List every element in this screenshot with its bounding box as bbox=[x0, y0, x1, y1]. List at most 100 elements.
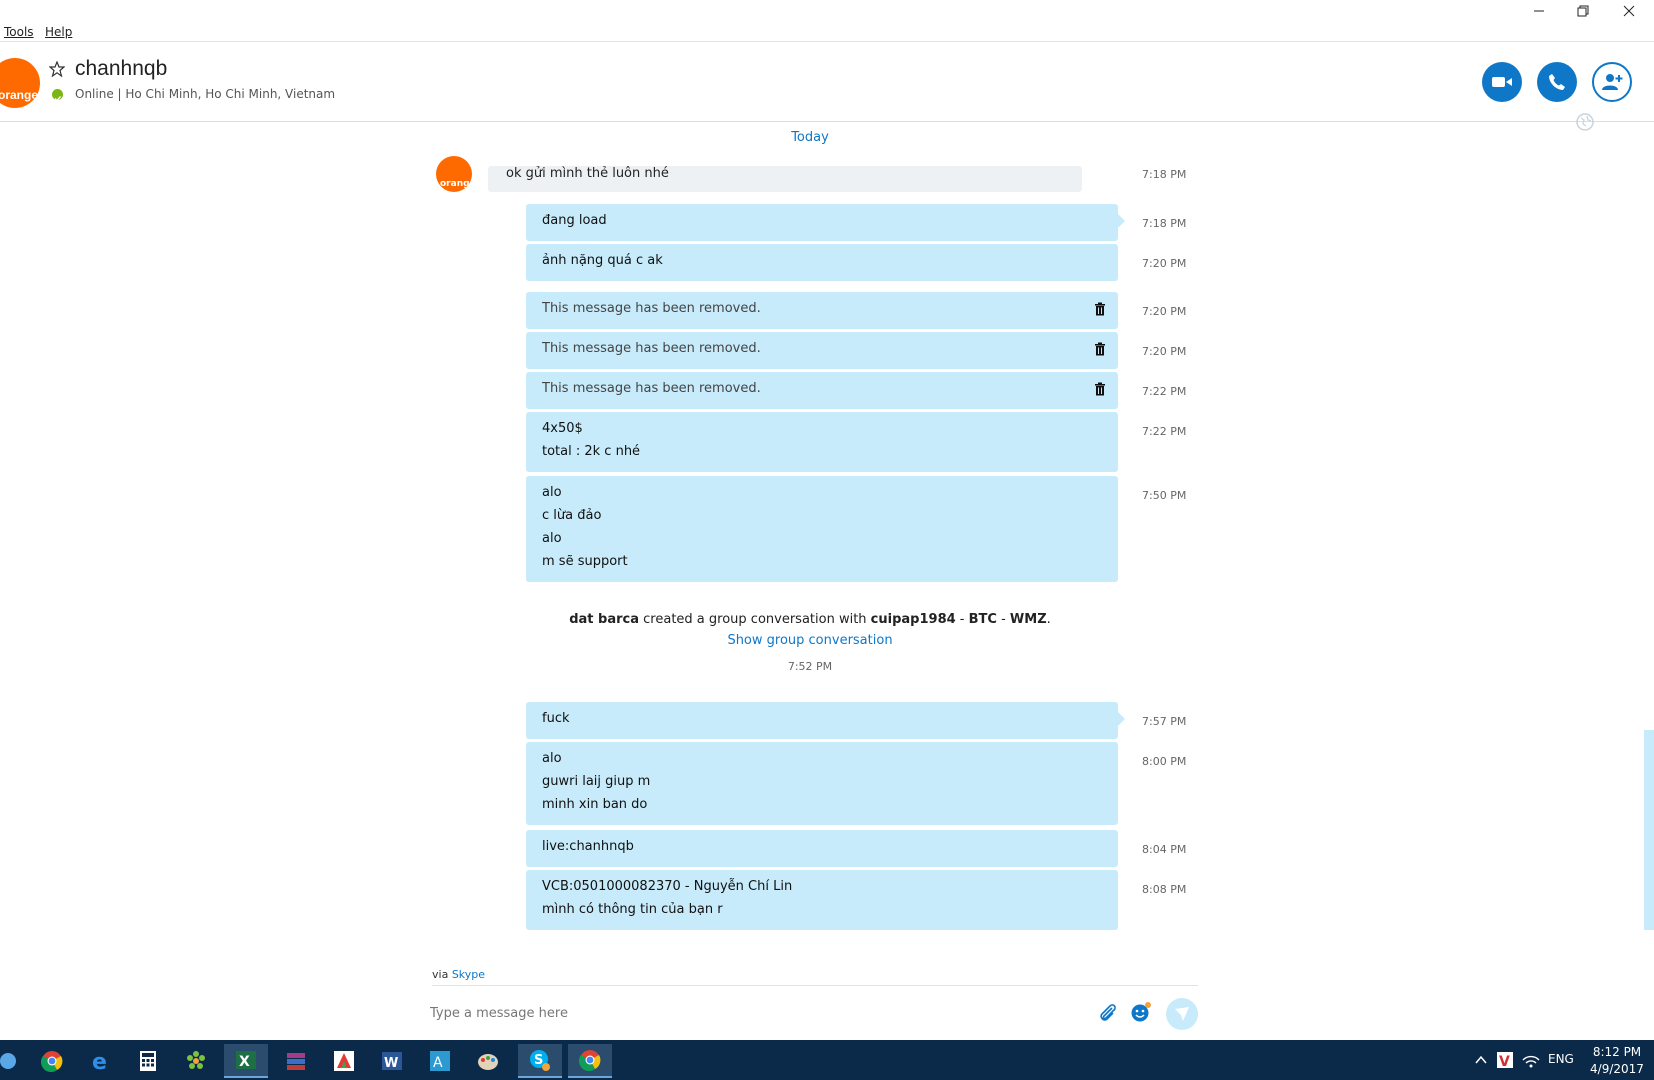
message-line: alo bbox=[542, 485, 562, 500]
message-time: 7:50 PM bbox=[1142, 489, 1187, 502]
status-location: Online | Ho Chi Minh, Ho Chi Minh, Vietn… bbox=[75, 87, 336, 101]
taskbar-app-icq[interactable] bbox=[174, 1044, 218, 1078]
menu-tools[interactable]: Tools bbox=[4, 25, 34, 39]
via-skype: via Skype bbox=[432, 968, 485, 981]
message-time: 7:18 PM bbox=[1142, 217, 1187, 230]
message-line: VCB:0501000082370 - Nguyễn Chí Lin bbox=[542, 879, 793, 894]
windows-taskbar: e X W A S V ENG 8:12 PM 4/9/2017 bbox=[0, 1040, 1654, 1080]
taskbar-app-excel[interactable]: X bbox=[224, 1044, 268, 1078]
outgoing-message[interactable]: VCB:0501000082370 - Nguyễn Chí Lin mình c… bbox=[526, 870, 1118, 930]
palette-icon bbox=[478, 1054, 498, 1070]
outgoing-message[interactable]: live:chanhnqb bbox=[526, 830, 1118, 867]
message-line: guwri laij giup m bbox=[542, 774, 651, 789]
input-language[interactable]: ENG bbox=[1548, 1052, 1574, 1066]
system-clock[interactable]: 8:12 PM 4/9/2017 bbox=[1588, 1044, 1646, 1078]
svg-text:X: X bbox=[239, 1054, 250, 1070]
message-time: 7:18 PM bbox=[1142, 168, 1187, 181]
message-line: live:chanhnqb bbox=[542, 839, 634, 854]
removed-message[interactable]: This message has been removed. bbox=[526, 332, 1118, 369]
taskbar-app-paint-3d[interactable] bbox=[466, 1044, 510, 1078]
taskbar-app-calculator[interactable] bbox=[126, 1044, 170, 1078]
paint-icon: A bbox=[430, 1051, 450, 1071]
svg-text:A: A bbox=[433, 1055, 443, 1071]
calculator-icon bbox=[140, 1051, 156, 1071]
vietkey-icon[interactable]: V bbox=[1496, 1051, 1514, 1069]
message-line: c lừa đảo bbox=[542, 508, 602, 523]
message-line: alo bbox=[542, 531, 562, 546]
outgoing-message[interactable]: fuck bbox=[526, 702, 1125, 739]
message-line: m sẽ support bbox=[542, 554, 628, 569]
removed-message[interactable]: This message has been removed. bbox=[526, 292, 1118, 329]
outgoing-message[interactable]: alo guwri laij giup m minh xin ban do bbox=[526, 742, 1118, 825]
phone-icon bbox=[1549, 74, 1565, 90]
message-line: This message has been removed. bbox=[542, 381, 761, 396]
taskbar-app-chrome[interactable] bbox=[30, 1044, 74, 1078]
avatar-text: orange bbox=[440, 179, 472, 189]
icq-flower-icon bbox=[187, 1051, 205, 1069]
message-time: 8:00 PM bbox=[1142, 755, 1187, 768]
contact-avatar[interactable]: orange bbox=[0, 58, 40, 108]
video-call-button[interactable] bbox=[1482, 62, 1522, 102]
message-line: ảnh nặng quá c ak bbox=[542, 253, 663, 268]
taskbar-app-chrome-2[interactable] bbox=[568, 1044, 612, 1078]
message-input[interactable] bbox=[430, 1000, 1070, 1026]
clock-date: 4/9/2017 bbox=[1590, 1062, 1644, 1076]
taskbar-app-foxit[interactable] bbox=[322, 1044, 366, 1078]
restore-icon bbox=[1577, 5, 1589, 17]
incoming-avatar[interactable]: orange bbox=[436, 156, 472, 192]
group-action: created a group conversation with bbox=[643, 612, 867, 627]
restore-button[interactable] bbox=[1560, 0, 1606, 22]
taskbar-app-skype[interactable]: S bbox=[518, 1044, 562, 1078]
message-line: total : 2k c nhé bbox=[542, 444, 641, 459]
taskbar-app-word[interactable]: W bbox=[370, 1044, 414, 1078]
wifi-icon[interactable] bbox=[1522, 1052, 1540, 1068]
taskbar-app-edge[interactable]: e bbox=[78, 1044, 122, 1078]
removed-message[interactable]: This message has been removed. bbox=[526, 372, 1118, 409]
show-group-conversation-label[interactable]: Show group conversation bbox=[727, 633, 892, 648]
menu-help[interactable]: Help bbox=[45, 25, 72, 39]
svg-text:e: e bbox=[92, 1050, 107, 1072]
taskbar-app-paint[interactable]: A bbox=[418, 1044, 462, 1078]
minimize-button[interactable] bbox=[1516, 0, 1562, 22]
message-line: This message has been removed. bbox=[542, 301, 761, 316]
trash-icon bbox=[1095, 382, 1105, 396]
chevron-up-icon[interactable] bbox=[1474, 1054, 1488, 1066]
add-contact-icon bbox=[1602, 74, 1623, 90]
outgoing-message[interactable]: ảnh nặng quá c ak bbox=[526, 244, 1118, 281]
close-icon bbox=[1623, 5, 1635, 17]
attach-file-icon[interactable] bbox=[1098, 1002, 1118, 1024]
svg-text:W: W bbox=[384, 1056, 398, 1071]
clock-time: 8:12 PM bbox=[1592, 1045, 1642, 1059]
message-time: 7:22 PM bbox=[1142, 385, 1187, 398]
group-member-2: BTC bbox=[968, 612, 997, 627]
send-button[interactable] bbox=[1166, 998, 1198, 1030]
chrome-icon bbox=[579, 1050, 601, 1071]
message-time: 7:20 PM bbox=[1142, 305, 1187, 318]
taskbar-app-winrar[interactable] bbox=[274, 1044, 318, 1078]
group-member-1: cuipap1984 bbox=[870, 612, 956, 627]
group-conversation-notice: dat barca created a group conversation w… bbox=[569, 612, 1051, 627]
message-line: alo bbox=[542, 751, 562, 766]
outgoing-message[interactable]: đang load bbox=[526, 204, 1125, 241]
taskbar-app-skype-partial[interactable] bbox=[0, 1044, 30, 1078]
outgoing-message[interactable]: alo c lừa đảo alo m sẽ support bbox=[526, 476, 1118, 582]
menu-bar: Tools Help bbox=[0, 0, 1654, 42]
composer-divider bbox=[432, 985, 1198, 986]
skype-link[interactable]: Skype bbox=[452, 968, 485, 981]
message-time: 8:04 PM bbox=[1142, 843, 1187, 856]
app-icon bbox=[0, 1053, 16, 1069]
message-line: đang load bbox=[542, 213, 607, 228]
message-line: minh xin ban do bbox=[542, 797, 648, 812]
audio-call-button[interactable] bbox=[1537, 62, 1577, 102]
show-group-conversation-link[interactable]: Show group conversation bbox=[470, 633, 1150, 648]
emoticon-icon[interactable] bbox=[1130, 1001, 1152, 1023]
message-line: fuck bbox=[542, 711, 570, 726]
globe-icon bbox=[1576, 113, 1594, 131]
message-time: 7:22 PM bbox=[1142, 425, 1187, 438]
outgoing-message[interactable]: 4x50$ total : 2k c nhé bbox=[526, 412, 1118, 472]
add-people-button[interactable] bbox=[1592, 62, 1632, 102]
close-button[interactable] bbox=[1606, 0, 1652, 22]
chat-scrollbar[interactable] bbox=[1644, 730, 1654, 930]
send-icon bbox=[1175, 1007, 1189, 1021]
favorite-star-icon[interactable] bbox=[49, 61, 65, 77]
